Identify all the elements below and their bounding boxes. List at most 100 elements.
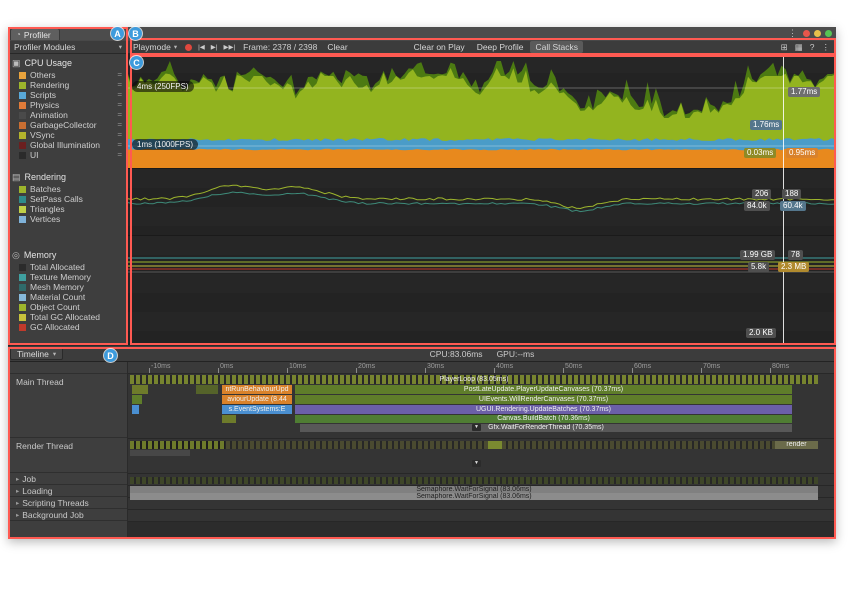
module-header-rendering[interactable]: ▤Rendering bbox=[8, 170, 127, 184]
legend-color-swatch bbox=[19, 102, 26, 109]
legend-item-gc-allocated[interactable]: GC Allocated bbox=[8, 322, 127, 332]
timeline-bar[interactable] bbox=[132, 405, 139, 414]
timeline-bar[interactable]: s.EventSystems:E bbox=[222, 405, 292, 414]
timeline-bar[interactable] bbox=[130, 450, 190, 456]
legend-item-vertices[interactable]: Vertices bbox=[8, 214, 127, 224]
legend-item-batches[interactable]: Batches bbox=[8, 184, 127, 194]
clear-button[interactable]: Clear bbox=[322, 41, 352, 53]
timeline-bar[interactable] bbox=[488, 441, 502, 449]
legend-item-total-gc-allocated[interactable]: Total GC Allocated bbox=[8, 312, 127, 322]
value-badge: 2.3 MB bbox=[778, 262, 809, 272]
timeline-bar[interactable]: ntRunBehaviourUpd bbox=[222, 385, 292, 394]
expand-arrow-icon[interactable]: ▸ bbox=[16, 475, 19, 483]
expand-arrow-icon[interactable]: ▸ bbox=[16, 499, 19, 507]
legend-item-setpass-calls[interactable]: SetPass Calls bbox=[8, 194, 127, 204]
grid-icon[interactable]: ▦ bbox=[795, 42, 803, 53]
frame-playhead[interactable] bbox=[783, 54, 784, 345]
drag-handle-icon[interactable]: = bbox=[117, 101, 122, 109]
help-icon[interactable]: ? bbox=[810, 42, 815, 53]
thread-row-loading[interactable]: ▸Loading bbox=[8, 485, 127, 497]
timeline-view-dropdown[interactable]: Timeline ▾ bbox=[10, 347, 63, 360]
thread-row-render-thread[interactable]: Render Thread bbox=[8, 438, 127, 473]
maximize-window-button[interactable] bbox=[825, 30, 832, 37]
collapsed-items-marker-icon[interactable]: ▼ bbox=[472, 424, 481, 431]
drag-handle-icon[interactable]: = bbox=[117, 81, 122, 89]
drag-handle-icon[interactable]: = bbox=[117, 71, 122, 79]
pane-icon[interactable]: ⊞ bbox=[781, 42, 788, 53]
expand-arrow-icon[interactable]: ▸ bbox=[16, 511, 19, 519]
legend-item-material-count[interactable]: Material Count bbox=[8, 292, 127, 302]
thread-row-background-job[interactable]: ▸Background Job bbox=[8, 509, 127, 521]
call-stacks-toggle[interactable]: Call Stacks bbox=[530, 41, 583, 53]
last-frame-button[interactable]: ▶▶| bbox=[220, 41, 238, 53]
profiler-modules-dropdown[interactable]: Profiler Modules ▾ bbox=[8, 41, 128, 53]
timeline-bar[interactable]: UIEvents.WillRenderCanvases (70.37ms) bbox=[295, 395, 792, 404]
legend-item-mesh-memory[interactable]: Mesh Memory bbox=[8, 282, 127, 292]
module-header-cpu-usage[interactable]: ▣CPU Usage bbox=[8, 56, 127, 70]
timeline-bar[interactable]: Semaphore.WaitForSignal (83.06ms) bbox=[130, 493, 818, 500]
more-menu-icon[interactable]: ⋮ bbox=[822, 42, 831, 53]
timeline-bar[interactable] bbox=[130, 477, 818, 484]
first-frame-button[interactable]: |◀ bbox=[195, 41, 208, 53]
memory-chart[interactable]: 1.99 GB785.8k2.3 MB2.0 KB bbox=[128, 235, 836, 345]
legend-label: SetPass Calls bbox=[30, 194, 83, 204]
legend-item-physics[interactable]: Physics= bbox=[8, 100, 127, 110]
clear-on-play-toggle[interactable]: Clear on Play bbox=[409, 41, 470, 53]
next-frame-button[interactable]: ▶| bbox=[208, 41, 221, 53]
timeline-bar-label: PlayerLoop (83.05ms) bbox=[130, 375, 818, 384]
legend-item-ui[interactable]: UI= bbox=[8, 150, 127, 160]
drag-handle-icon[interactable]: = bbox=[117, 151, 122, 159]
timeline-bar-label: ntRunBehaviourUpd bbox=[222, 385, 292, 394]
thread-row-scripting-threads[interactable]: ▸Scripting Threads bbox=[8, 497, 127, 509]
legend-label: Total Allocated bbox=[30, 262, 85, 272]
legend-item-triangles[interactable]: Triangles bbox=[8, 204, 127, 214]
collapsed-items-marker-icon[interactable]: ▼ bbox=[472, 460, 481, 467]
timeline-bar[interactable]: Canvas.BuildBatch (70.36ms) bbox=[295, 415, 792, 423]
timeline-canvas[interactable]: -10ms0ms10ms20ms30ms40ms50ms60ms70ms80ms… bbox=[128, 362, 836, 539]
timeline-bar[interactable] bbox=[222, 415, 236, 423]
legend-item-scripts[interactable]: Scripts= bbox=[8, 90, 127, 100]
timeline-bar[interactable]: Semaphore.WaitForSignal (83.06ms) bbox=[130, 486, 818, 493]
drag-handle-icon[interactable]: = bbox=[117, 111, 122, 119]
rendering-chart[interactable]: 20618884.0k60.4k bbox=[128, 168, 836, 235]
deep-profile-toggle[interactable]: Deep Profile bbox=[472, 41, 529, 53]
timeline-bar[interactable]: Gfx.WaitForRenderThread (70.35ms) bbox=[300, 424, 792, 432]
timeline-bar[interactable]: aviourUpdate (8.44 bbox=[222, 395, 292, 404]
legend-item-animation[interactable]: Animation= bbox=[8, 110, 127, 120]
legend-item-vsync[interactable]: VSync= bbox=[8, 130, 127, 140]
legend-item-others[interactable]: Others= bbox=[8, 70, 127, 80]
timeline-bar[interactable] bbox=[132, 395, 142, 404]
minimize-window-button[interactable] bbox=[814, 30, 821, 37]
drag-handle-icon[interactable]: = bbox=[117, 91, 122, 99]
thread-row-job[interactable]: ▸Job bbox=[8, 473, 127, 485]
expand-arrow-icon[interactable]: ▸ bbox=[16, 487, 19, 495]
playmode-dropdown[interactable]: Playmode ▾ bbox=[128, 41, 182, 53]
close-window-button[interactable] bbox=[803, 30, 810, 37]
timeline-bar[interactable]: PlayerLoop (83.05ms) bbox=[130, 375, 818, 384]
legend-item-texture-memory[interactable]: Texture Memory bbox=[8, 272, 127, 282]
legend-label: Rendering bbox=[30, 80, 69, 90]
window-menu-icon[interactable]: ⋮ bbox=[788, 29, 797, 38]
legend-item-total-allocated[interactable]: Total Allocated bbox=[8, 262, 127, 272]
timeline-bar[interactable] bbox=[130, 441, 818, 449]
module-header-memory[interactable]: ◎Memory bbox=[8, 248, 127, 262]
timeline-bar[interactable] bbox=[196, 385, 218, 394]
drag-handle-icon[interactable]: = bbox=[117, 141, 122, 149]
timeline-bar[interactable] bbox=[130, 441, 225, 449]
rendering-chart-plot bbox=[128, 169, 836, 235]
legend-item-global-illumination[interactable]: Global Illumination= bbox=[8, 140, 127, 150]
timeline-bar[interactable]: PostLateUpdate.PlayerUpdateCanvases (70.… bbox=[295, 385, 792, 394]
cpu-usage-chart[interactable]: 4ms (250FPS) 1ms (1000FPS) 1.77ms1.76ms0… bbox=[128, 54, 836, 168]
thread-row-main-thread[interactable]: Main Thread bbox=[8, 374, 127, 438]
record-button[interactable] bbox=[182, 41, 195, 53]
timeline-bar[interactable]: render bbox=[775, 441, 818, 449]
timeline-bar[interactable] bbox=[132, 385, 148, 394]
timeline-bar[interactable]: UGUI.Rendering.UpdateBatches (70.37ms) bbox=[295, 405, 792, 414]
drag-handle-icon[interactable]: = bbox=[117, 131, 122, 139]
tab-profiler[interactable]: ◔ Profiler bbox=[10, 28, 60, 40]
legend-item-garbagecollector[interactable]: GarbageCollector= bbox=[8, 120, 127, 130]
gpu-time-value: GPU:--ms bbox=[497, 349, 535, 359]
drag-handle-icon[interactable]: = bbox=[117, 121, 122, 129]
legend-item-object-count[interactable]: Object Count bbox=[8, 302, 127, 312]
legend-item-rendering[interactable]: Rendering = bbox=[8, 80, 127, 90]
